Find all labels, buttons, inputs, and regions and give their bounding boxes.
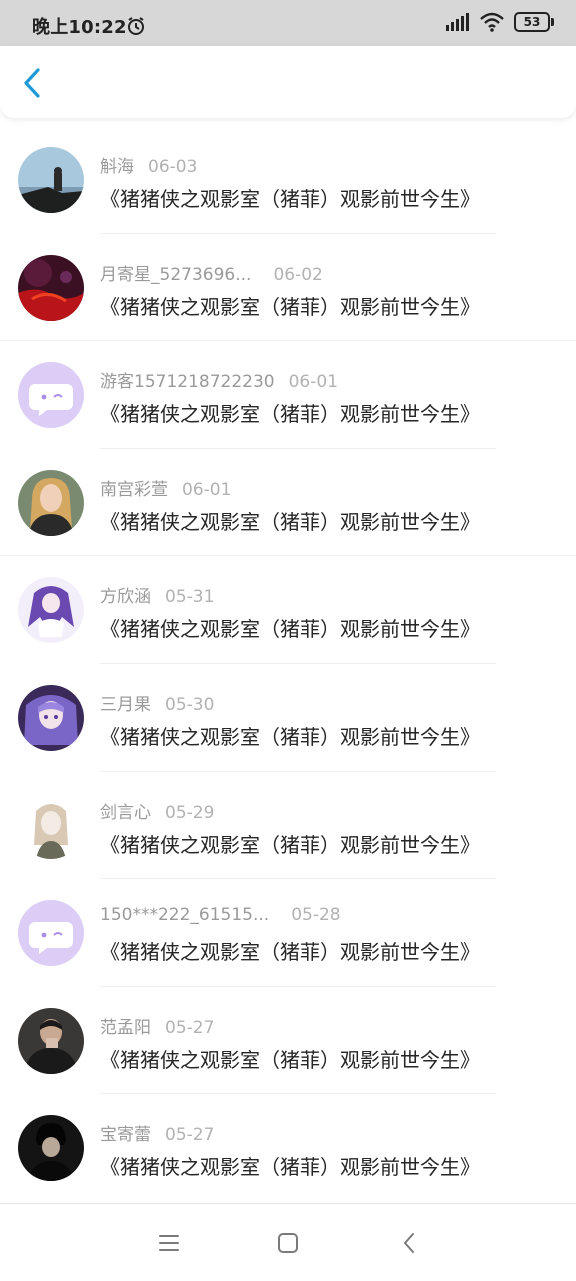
battery-icon: 53	[514, 12, 554, 32]
work-title: 《猪猪侠之观影室（猪菲）观影前世今生》	[100, 402, 480, 427]
back-arrow-icon[interactable]	[394, 1228, 424, 1258]
status-bar: 晚上10:22 53	[0, 0, 576, 46]
avatar	[18, 792, 84, 859]
user-name: 斛海	[100, 157, 134, 177]
date-label: 05-31	[165, 587, 215, 608]
avatar	[18, 362, 84, 429]
date-label: 06-02	[273, 264, 323, 285]
list-item[interactable]: 150***222_61515... 05-28 《猪猪侠之观影室（猪菲）观影前世…	[0, 879, 576, 987]
avatar	[18, 1115, 84, 1182]
chevron-left-icon[interactable]	[18, 66, 48, 100]
user-name: 南宫彩萱	[100, 479, 168, 500]
home-square-icon[interactable]	[273, 1228, 303, 1258]
work-title: 《猪猪侠之观影室（猪菲）观影前世今生》	[100, 1155, 480, 1180]
menu-icon[interactable]	[154, 1228, 184, 1258]
user-name: 范孟阳	[100, 1017, 151, 1038]
avatar	[18, 469, 84, 536]
user-name: 三月果	[100, 694, 151, 715]
avatar	[18, 684, 84, 751]
avatar	[18, 577, 84, 644]
avatar	[18, 147, 84, 213]
list-item[interactable]: 范孟阳 05-27 《猪猪侠之观影室（猪菲）观影前世今生》	[0, 987, 576, 1095]
date-label: 06-01	[288, 372, 339, 393]
work-title: 《猪猪侠之观影室（猪菲）观影前世今生》	[100, 617, 480, 642]
date-label: 05-30	[165, 694, 215, 715]
date-label: 05-27	[165, 1125, 215, 1146]
work-title: 《猪猪侠之观影室（猪菲）观影前世今生》	[100, 509, 480, 534]
list-item[interactable]: 剑言心 05-29 《猪猪侠之观影室（猪菲）观影前世今生》	[0, 772, 576, 880]
work-title: 《猪猪侠之观影室（猪菲）观影前世今生》	[100, 187, 480, 211]
alarm-icon	[128, 17, 144, 35]
work-title: 《猪猪侠之观影室（猪菲）观影前世今生》	[100, 724, 480, 749]
date-label: 05-28	[291, 905, 341, 926]
list-item[interactable]: 宝寄蕾 05-27 《猪猪侠之观影室（猪菲）观影前世今生》	[0, 1094, 576, 1202]
work-title: 《猪猪侠之观影室（猪菲）观影前世今生》	[100, 940, 480, 965]
user-name: 剑言心	[100, 802, 151, 823]
header-bar	[0, 46, 576, 118]
wifi-icon	[480, 12, 504, 32]
avatar	[18, 900, 84, 967]
work-title: 《猪猪侠之观影室（猪菲）观影前世今生》	[100, 832, 480, 857]
user-name: 游客1571218722230	[100, 372, 275, 393]
list-item[interactable]: 月寄星_5273696... 06-02 《猪猪侠之观影室（猪菲）观影前世今生》	[0, 234, 576, 342]
work-title: 《猪猪侠之观影室（猪菲）观影前世今生》	[100, 1047, 480, 1072]
user-name: 150***222_61515...	[100, 905, 270, 926]
avatar	[18, 254, 84, 321]
work-title: 《猪猪侠之观影室（猪菲）观影前世今生》	[100, 294, 480, 319]
list-item[interactable]: 三月果 05-30 《猪猪侠之观影室（猪菲）观影前世今生》	[0, 664, 576, 772]
date-label: 06-03	[148, 157, 198, 177]
user-name: 月寄星_5273696...	[100, 264, 252, 285]
record-list: 斛海 06-03 《猪猪侠之观影室（猪菲）观影前世今生》 月寄星_5273696.…	[0, 126, 576, 1202]
status-time: 晚上10:22	[32, 17, 127, 38]
list-item[interactable]: 斛海 06-03 《猪猪侠之观影室（猪菲）观影前世今生》	[0, 126, 576, 234]
battery-level: 53	[523, 15, 541, 29]
date-label: 05-27	[165, 1017, 215, 1038]
signal-icon	[446, 13, 469, 31]
list-item[interactable]: 方欣涵 05-31 《猪猪侠之观影室（猪菲）观影前世今生》	[0, 556, 576, 664]
avatar	[18, 1007, 84, 1074]
date-label: 05-29	[165, 802, 215, 823]
date-label: 06-01	[182, 479, 232, 500]
user-name: 宝寄蕾	[100, 1125, 151, 1146]
user-name: 方欣涵	[100, 587, 151, 608]
list-item[interactable]: 南宫彩萱 06-01 《猪猪侠之观影室（猪菲）观影前世今生》	[0, 449, 576, 557]
list-item[interactable]: 游客1571218722230 06-01 《猪猪侠之观影室（猪菲）观影前世今生》	[0, 341, 576, 449]
system-nav-bar	[0, 1203, 576, 1281]
